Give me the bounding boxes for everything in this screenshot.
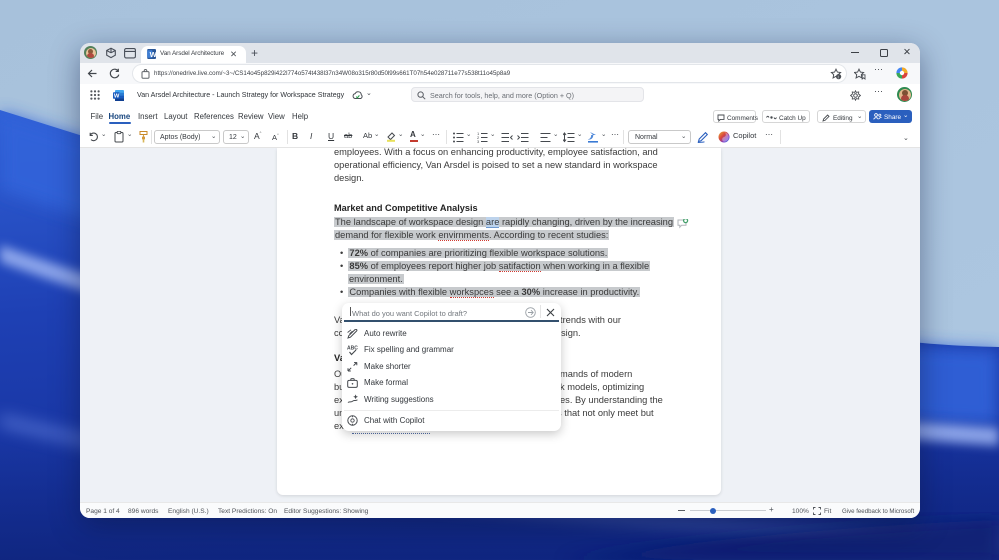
svg-text:i: i	[838, 74, 839, 79]
svg-text:W: W	[114, 94, 120, 100]
svg-text:W: W	[150, 50, 156, 59]
svg-text:3: 3	[477, 139, 480, 143]
svg-text:ABC: ABC	[347, 346, 358, 352]
